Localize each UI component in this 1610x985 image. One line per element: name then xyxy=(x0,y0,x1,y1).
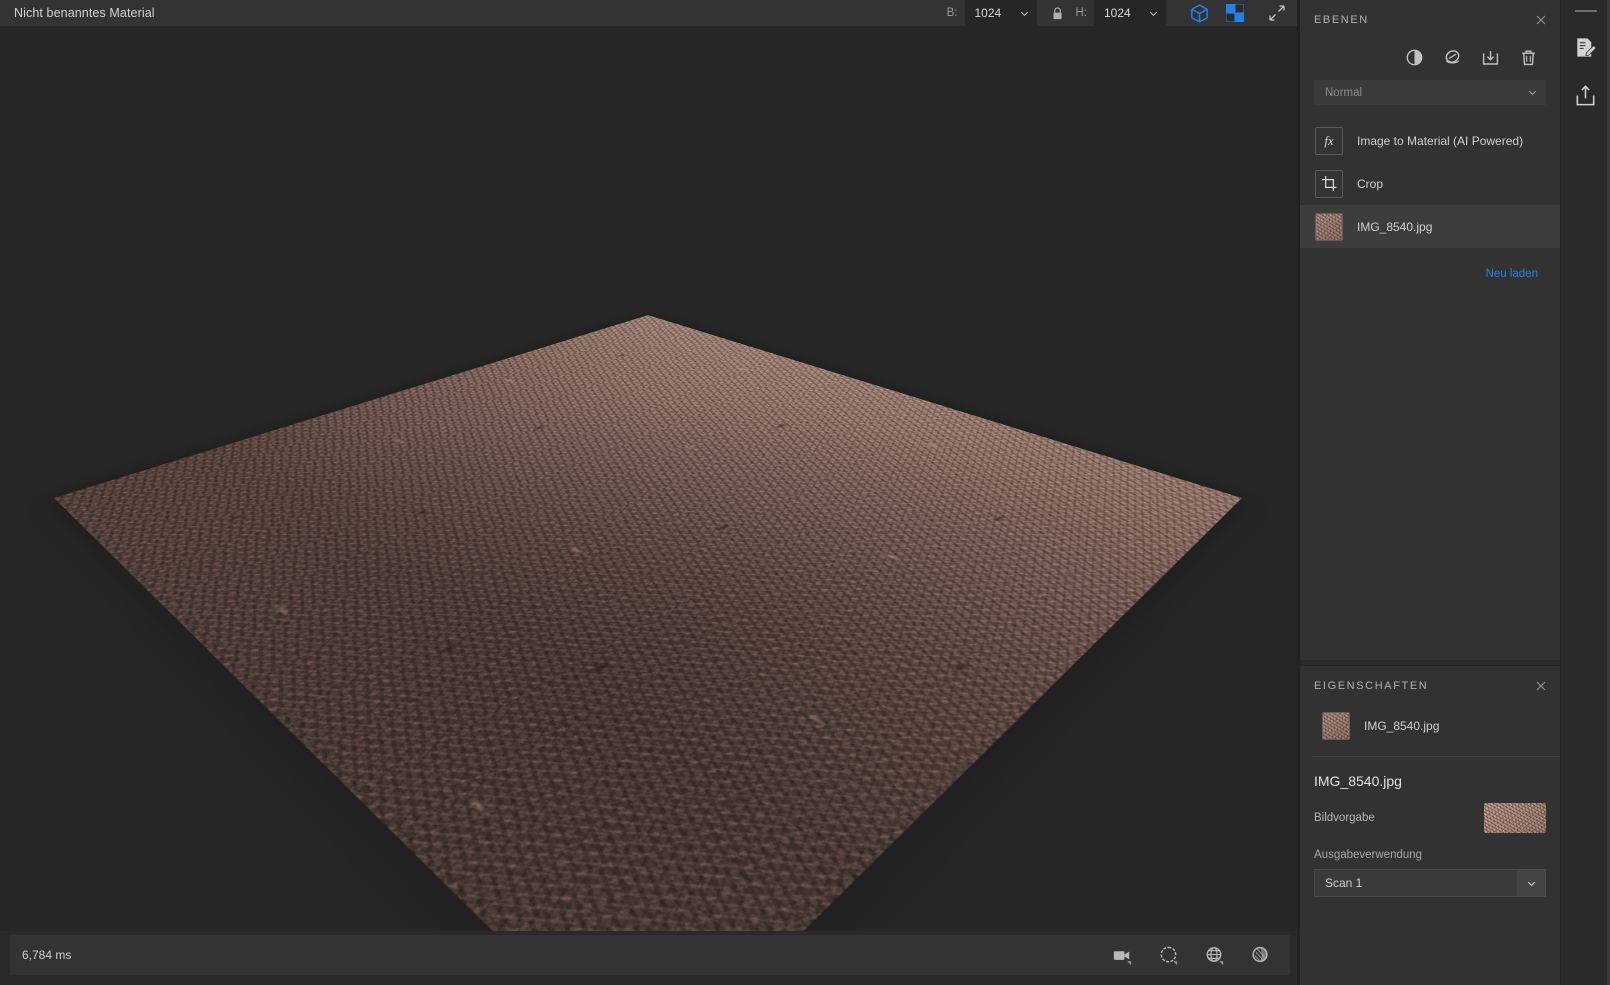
layer-label: Crop xyxy=(1357,176,1384,191)
width-value: 1024 xyxy=(974,6,1002,20)
export-share-icon[interactable] xyxy=(1573,82,1599,108)
blend-mode-select[interactable]: Normal xyxy=(1314,80,1546,105)
chevron-down-icon[interactable] xyxy=(1527,87,1538,98)
width-label: B: xyxy=(946,7,958,19)
layers-panel-header: Ebenen xyxy=(1300,0,1560,40)
close-icon[interactable] xyxy=(1534,13,1548,27)
layer-list: fx Image to Material (AI Powered) Crop I… xyxy=(1300,119,1560,248)
height-value: 1024 xyxy=(1104,6,1131,20)
view-mode-toggles xyxy=(1188,0,1246,26)
viewport-settings-icons xyxy=(1110,943,1272,967)
image-preset-thumbnail[interactable] xyxy=(1484,803,1546,833)
plane-shading-overlay xyxy=(54,315,1242,931)
height-label: H: xyxy=(1075,7,1088,19)
chevron-down-icon[interactable] xyxy=(1517,870,1545,896)
viewport-scene[interactable] xyxy=(0,26,1300,931)
image-preset-label: Bildvorgabe xyxy=(1314,812,1375,824)
layers-panel-title: Ebenen xyxy=(1314,14,1369,26)
material-sphere-icon[interactable] xyxy=(1248,943,1272,967)
svg-text:fx: fx xyxy=(1324,134,1333,148)
top-toolbar-right: B: 1024 H: 1024 xyxy=(947,0,1300,26)
properties-panel-header: Eigenschaften xyxy=(1300,666,1560,706)
properties-panel: Eigenschaften IMG_8540.jpg IMG_8540.jpg … xyxy=(1300,665,1560,985)
properties-selected-layer[interactable]: IMG_8540.jpg xyxy=(1300,706,1560,746)
reload-link[interactable]: Neu laden xyxy=(1486,268,1538,280)
output-usage-label: Ausgabeverwendung xyxy=(1314,849,1423,861)
camera-icon[interactable] xyxy=(1110,943,1134,967)
cube-3d-icon[interactable] xyxy=(1188,2,1210,24)
crop-icon xyxy=(1315,169,1343,198)
right-dock: Ebenen xyxy=(1300,0,1560,985)
material-title[interactable]: Nicht benanntes Material xyxy=(14,6,155,20)
layer-label: Image to Material (AI Powered) xyxy=(1357,133,1524,148)
adjustment-circle-icon[interactable] xyxy=(1405,48,1424,67)
fx-icon: fx xyxy=(1315,126,1343,155)
environment-globe-icon[interactable] xyxy=(1202,943,1226,967)
layers-toolbar xyxy=(1300,40,1560,74)
properties-panel-title: Eigenschaften xyxy=(1314,680,1429,692)
expand-arrows-icon[interactable] xyxy=(1268,4,1286,22)
width-group: B: 1024 xyxy=(947,0,1037,26)
render-time-label: 6,784 ms xyxy=(22,948,72,962)
top-toolbar: Nicht benanntes Material B: 1024 H: 1024 xyxy=(0,0,1300,26)
layers-panel: Ebenen xyxy=(1300,0,1560,660)
status-bar: 6,784 ms xyxy=(10,935,1290,975)
checkerboard-tile-icon[interactable] xyxy=(1224,2,1246,24)
layer-row[interactable]: IMG_8540.jpg xyxy=(1300,205,1560,248)
blend-mode-value: Normal xyxy=(1325,86,1363,99)
import-layer-icon[interactable] xyxy=(1481,48,1500,67)
chevron-down-icon[interactable] xyxy=(1019,8,1030,19)
layer-label: IMG_8540.jpg xyxy=(1357,219,1433,234)
chevron-down-icon[interactable] xyxy=(1148,8,1159,19)
effects-leaf-icon[interactable] xyxy=(1443,48,1462,67)
rail-separator xyxy=(1574,10,1597,12)
height-group: H: 1024 xyxy=(1075,0,1166,26)
output-usage-select[interactable]: Scan 1 xyxy=(1314,869,1546,897)
layer-row[interactable]: Crop xyxy=(1300,162,1560,205)
close-icon[interactable] xyxy=(1534,679,1548,693)
width-input[interactable]: 1024 xyxy=(964,0,1037,26)
properties-selected-label: IMG_8540.jpg xyxy=(1364,719,1440,733)
edit-document-icon[interactable] xyxy=(1573,34,1599,60)
material-preview-plane[interactable] xyxy=(54,315,1242,931)
output-usage-value: Scan 1 xyxy=(1325,876,1363,890)
3d-viewport[interactable] xyxy=(0,26,1300,931)
lock-icon[interactable] xyxy=(1051,6,1064,21)
application-window: Nicht benanntes Material B: 1024 H: 1024… xyxy=(0,0,1610,985)
height-input[interactable]: 1024 xyxy=(1094,0,1166,26)
image-thumbnail xyxy=(1322,712,1350,740)
right-rail xyxy=(1560,0,1610,985)
object-shape-icon[interactable] xyxy=(1156,943,1180,967)
reload-row: Neu laden xyxy=(1300,248,1560,280)
image-thumbnail xyxy=(1315,212,1343,241)
properties-file-title: IMG_8540.jpg xyxy=(1314,773,1402,789)
image-preset-row: Bildvorgabe xyxy=(1300,789,1560,833)
delete-layer-icon[interactable] xyxy=(1519,48,1538,67)
layer-row[interactable]: fx Image to Material (AI Powered) xyxy=(1300,119,1560,162)
